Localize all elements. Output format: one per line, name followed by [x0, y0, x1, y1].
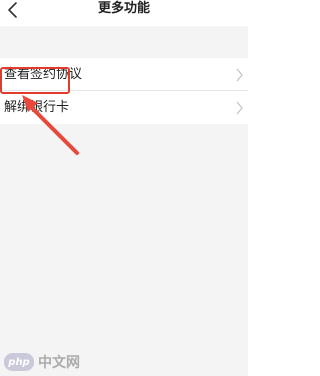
chevron-right-icon — [236, 68, 243, 82]
watermark-logo: php — [4, 353, 34, 371]
annotation-highlight-box — [0, 67, 70, 94]
watermark-text: 中文网 — [38, 355, 80, 371]
menu-item-label: 解绑银行卡 — [4, 100, 70, 115]
header-bar: 更多功能 — [0, 0, 248, 26]
chevron-right-icon — [236, 101, 243, 115]
page-title: 更多功能 — [97, 1, 150, 16]
watermark: php 中文网 — [4, 352, 80, 372]
menu-item-unbind-bank-card[interactable]: 解绑银行卡 — [0, 91, 248, 124]
